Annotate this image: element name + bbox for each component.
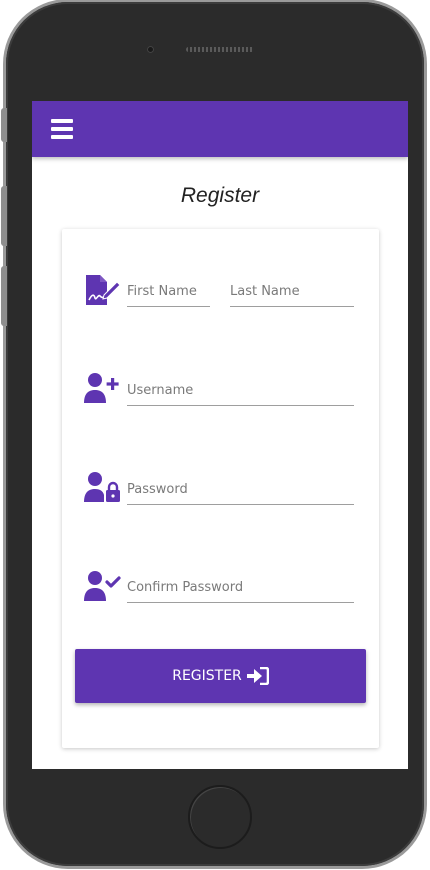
confirm-password-input[interactable] [127, 574, 354, 600]
front-camera [147, 46, 154, 53]
volume-up-button [1, 186, 7, 246]
first-name-input[interactable] [127, 278, 210, 304]
username-input[interactable] [127, 377, 354, 403]
first-name-field [127, 278, 210, 307]
signature-icon [86, 275, 121, 305]
app-bar [32, 101, 408, 157]
sign-in-icon [246, 667, 269, 685]
user-plus-icon [84, 373, 119, 403]
mute-switch [1, 108, 7, 142]
username-row [62, 369, 379, 419]
password-input[interactable] [127, 476, 354, 502]
name-row [62, 269, 379, 319]
page-title: Register [180, 184, 260, 207]
user-check-icon [84, 571, 121, 601]
volume-down-button [1, 266, 7, 326]
password-row [62, 468, 379, 518]
user-lock-icon [84, 472, 120, 502]
username-field [127, 377, 354, 406]
password-field [127, 476, 354, 505]
last-name-input[interactable] [230, 278, 354, 304]
confirm-password-row [62, 566, 379, 616]
confirm-password-field [127, 574, 354, 603]
last-name-field [230, 278, 354, 307]
home-button[interactable] [188, 785, 252, 849]
earpiece-speaker [186, 47, 254, 52]
app-screen: Register First Name Last Name Username R… [32, 101, 408, 769]
register-button-label: REGISTER [172, 668, 242, 684]
register-card: REGISTER [62, 229, 379, 748]
register-button[interactable]: REGISTER [75, 649, 366, 703]
hamburger-menu-icon[interactable] [51, 119, 73, 139]
